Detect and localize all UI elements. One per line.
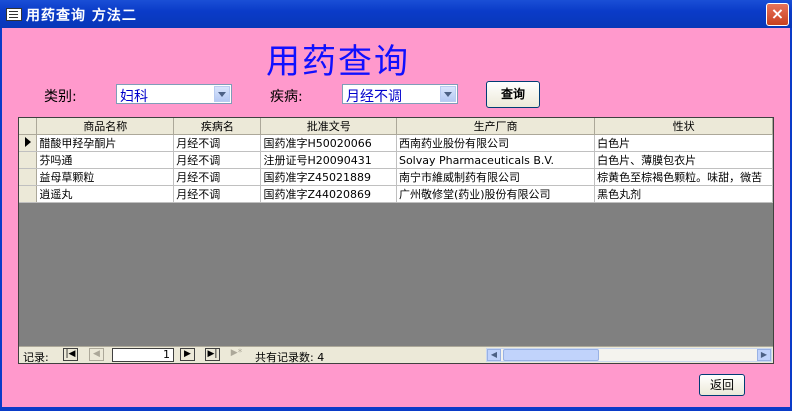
disease-select[interactable]: 月经不调 (342, 84, 458, 105)
table-cell[interactable]: 注册证号H20090431 (260, 151, 397, 169)
scrollbar-thumb[interactable] (503, 349, 599, 361)
table-cell[interactable]: 月经不调 (173, 168, 262, 186)
close-button[interactable]: × (766, 3, 789, 26)
table-cell[interactable]: Solvay Pharmaceuticals B.V. (396, 151, 596, 169)
table-cell[interactable]: 益母草颗粒 (36, 168, 175, 186)
table-cell[interactable]: 南宁市維威制药有限公司 (396, 168, 596, 186)
current-record-input[interactable]: 1 (112, 348, 174, 362)
table-cell[interactable]: 白色片、薄膜包衣片 (594, 151, 773, 169)
first-record-icon[interactable]: |◀ (63, 348, 78, 361)
table-cell[interactable]: 白色片 (594, 134, 773, 152)
title-bar: 用药查询 方法二 × (0, 0, 792, 28)
row-selector[interactable] (19, 185, 38, 203)
window-title: 用药查询 方法二 (26, 8, 137, 24)
table-cell[interactable]: 广州敬修堂(药业)股份有限公司 (396, 185, 596, 203)
prev-record-icon[interactable]: ◀ (89, 348, 104, 361)
category-label: 类别: (44, 89, 77, 105)
table-cell[interactable]: 国药准字H50020066 (260, 134, 397, 152)
record-label: 记录: (23, 351, 49, 364)
next-record-icon[interactable]: ▶ (180, 348, 195, 361)
record-count: 共有记录数: 4 (255, 351, 325, 364)
table-cell[interactable]: 国药准字Z44020869 (260, 185, 397, 203)
back-button[interactable]: 返回 (699, 374, 745, 396)
table-row[interactable]: 醋酸甲羟孕酮片 月经不调 国药准字H50020066 西南药业股份有限公司 白色… (19, 134, 773, 152)
table-cell[interactable]: 国药准字Z45021889 (260, 168, 397, 186)
column-header[interactable]: 商品名称 (36, 118, 175, 135)
table-cell[interactable]: 逍遥丸 (36, 185, 175, 203)
table-cell[interactable]: 西南药业股份有限公司 (396, 134, 596, 152)
current-record-pointer-icon (25, 136, 31, 147)
scroll-left-icon[interactable]: ◀ (487, 349, 501, 361)
table-cell[interactable]: 月经不调 (173, 134, 262, 152)
table-cell[interactable]: 棕黄色至棕褐色颗粒。味甜，微苦 (594, 168, 773, 186)
query-button[interactable]: 查询 (486, 81, 540, 108)
table-cell[interactable]: 芬吗通 (36, 151, 175, 169)
row-selector[interactable] (19, 134, 38, 152)
record-navigation-bar: 记录: |◀ ◀ 1 ▶ ▶| ▶* 共有记录数: 4 ◀ ▶ (19, 346, 773, 364)
form-icon (6, 8, 22, 21)
results-datasheet: 商品名称 疾病名 批准文号 生产厂商 性状 醋酸甲羟孕酮片 月经不调 国药准字H… (18, 117, 774, 364)
table-header-row: 商品名称 疾病名 批准文号 生产厂商 性状 (19, 118, 773, 135)
column-header[interactable]: 生产厂商 (396, 118, 596, 135)
column-header[interactable]: 性状 (594, 118, 773, 135)
scroll-right-icon[interactable]: ▶ (757, 349, 771, 361)
horizontal-scrollbar[interactable]: ◀ ▶ (486, 348, 772, 362)
page-heading: 用药查询 (266, 42, 410, 82)
column-header[interactable]: 批准文号 (260, 118, 397, 135)
category-select[interactable]: 妇科 (116, 84, 232, 105)
chevron-down-icon[interactable] (440, 86, 456, 102)
table-cell[interactable]: 月经不调 (173, 151, 262, 169)
row-selector-header[interactable] (19, 118, 38, 135)
table-cell[interactable]: 醋酸甲羟孕酮片 (36, 134, 175, 152)
disease-label: 疾病: (270, 89, 303, 105)
row-selector[interactable] (19, 151, 38, 169)
table-row[interactable]: 逍遥丸 月经不调 国药准字Z44020869 广州敬修堂(药业)股份有限公司 黑… (19, 185, 773, 203)
category-value: 妇科 (120, 89, 148, 105)
chevron-down-icon[interactable] (214, 86, 230, 102)
table-row[interactable]: 芬吗通 月经不调 注册证号H20090431 Solvay Pharmaceut… (19, 151, 773, 169)
row-selector[interactable] (19, 168, 38, 186)
table-cell[interactable]: 月经不调 (173, 185, 262, 203)
table-row[interactable]: 益母草颗粒 月经不调 国药准字Z45021889 南宁市維威制药有限公司 棕黄色… (19, 168, 773, 186)
disease-value: 月经不调 (346, 89, 402, 105)
last-record-icon[interactable]: ▶| (205, 348, 220, 361)
column-header[interactable]: 疾病名 (173, 118, 262, 135)
table-cell[interactable]: 黑色丸剂 (594, 185, 773, 203)
results-table: 商品名称 疾病名 批准文号 生产厂商 性状 醋酸甲羟孕酮片 月经不调 国药准字H… (19, 118, 773, 203)
new-record-icon[interactable]: ▶* (229, 348, 244, 361)
